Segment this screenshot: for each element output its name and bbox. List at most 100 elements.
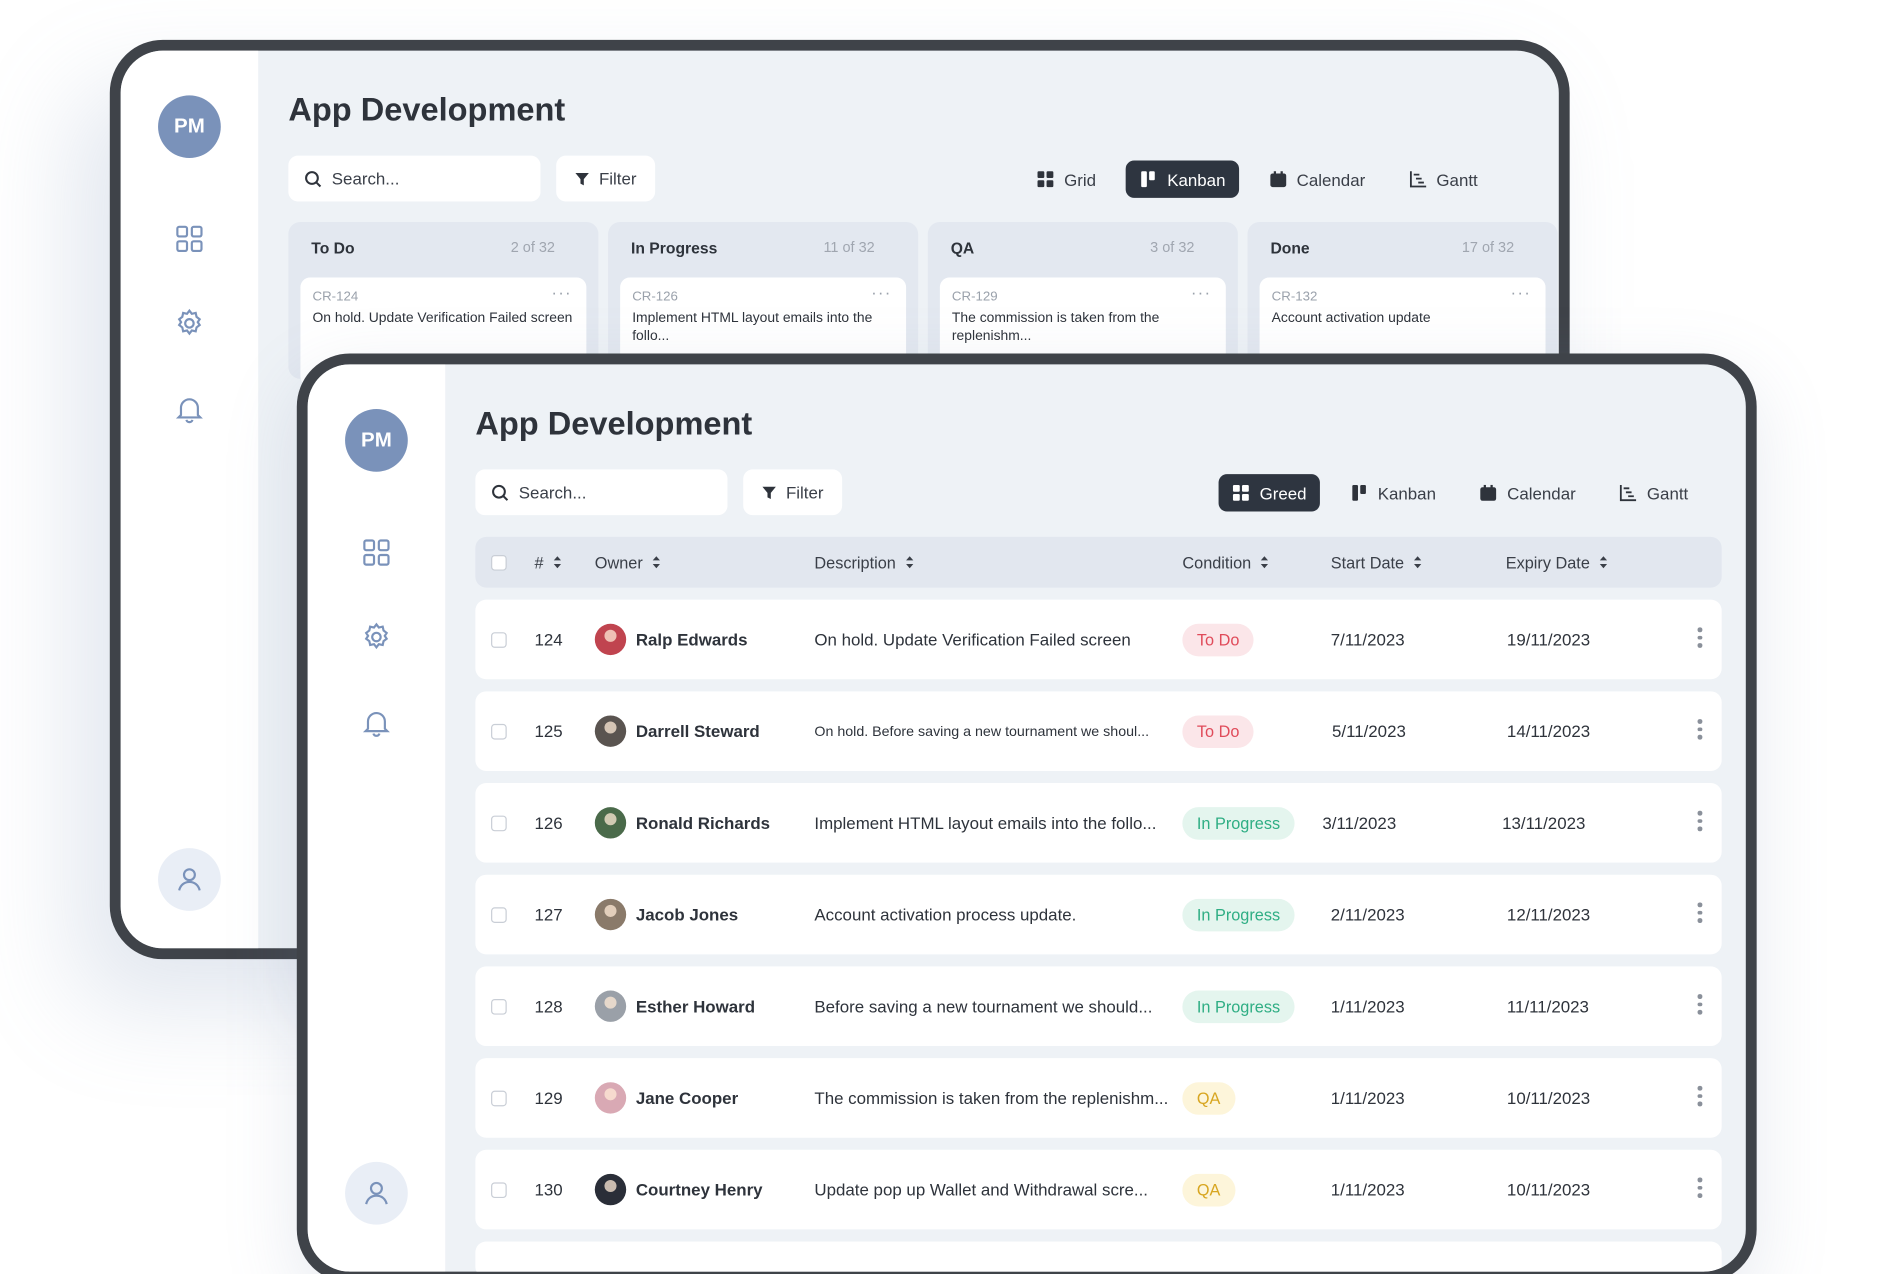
view-label: Gantt — [1646, 483, 1689, 503]
row-checkbox[interactable] — [491, 1058, 507, 1138]
gear-icon[interactable] — [174, 308, 205, 339]
search-input[interactable]: Search... — [288, 155, 541, 202]
table-row[interactable]: 128 Esther Howard Before saving a new to… — [475, 966, 1722, 1047]
row-menu-icon[interactable] — [1697, 719, 1703, 739]
table-row[interactable] — [475, 1241, 1722, 1272]
view-gantt-button[interactable]: Gantt — [1606, 474, 1702, 511]
row-checkbox[interactable] — [491, 600, 507, 680]
select-all-checkbox[interactable] — [491, 537, 507, 588]
dashboard-icon[interactable] — [174, 223, 205, 254]
view-kanban-button[interactable]: Kanban — [1337, 474, 1450, 511]
table-row[interactable]: 124 Ralp Edwards On hold. Update Verific… — [475, 599, 1722, 680]
row-menu-icon[interactable] — [1697, 994, 1703, 1015]
sort-owner[interactable]: Owner — [595, 537, 661, 588]
dashboard-icon[interactable] — [361, 537, 392, 568]
view-kanban-button[interactable]: Kanban — [1126, 160, 1239, 198]
table-row[interactable]: 130 Courtney Henry Update pop up Wallet … — [475, 1149, 1722, 1230]
avatar — [594, 623, 627, 656]
table-row[interactable]: 127 Jacob Jones Account activation proce… — [475, 874, 1722, 955]
card-menu-icon[interactable]: ··· — [871, 282, 892, 301]
sort-number[interactable]: # — [534, 537, 561, 588]
start-date: 2/11/2023 — [1330, 904, 1405, 925]
view-calendar-button[interactable]: Calendar — [1256, 160, 1379, 197]
calendar-icon — [1270, 171, 1286, 188]
filter-button[interactable]: Filter — [743, 469, 843, 516]
row-description: Update pop up Wallet and Withdrawal scre… — [814, 1179, 1149, 1200]
row-checkbox[interactable] — [491, 875, 507, 955]
column-title: In Progress — [630, 238, 718, 257]
sort-expiry-date[interactable]: Expiry Date — [1506, 537, 1608, 588]
sort-icon — [1413, 555, 1423, 569]
table-row[interactable]: 129 Jane Cooper The commission is taken … — [475, 1058, 1722, 1138]
column-title: Done — [1270, 238, 1310, 257]
row-id: 129 — [534, 1088, 563, 1108]
row-menu-icon[interactable] — [1697, 902, 1703, 923]
row-id: 124 — [534, 629, 563, 650]
user-profile-button[interactable] — [345, 1161, 408, 1225]
sort-start-date[interactable]: Start Date — [1331, 537, 1422, 588]
expiry-date: 10/11/2023 — [1506, 1088, 1591, 1108]
status-badge: QA — [1182, 1081, 1235, 1115]
gear-icon[interactable] — [361, 621, 392, 652]
view-gantt-button[interactable]: Gantt — [1395, 160, 1491, 197]
search-placeholder: Search... — [331, 168, 400, 189]
start-date: 1/11/2023 — [1330, 996, 1405, 1016]
row-checkbox[interactable] — [491, 691, 507, 771]
sort-icon — [904, 555, 914, 569]
card-menu-icon[interactable]: ··· — [551, 282, 572, 301]
sort-icon — [552, 555, 562, 569]
sidebar: PM — [307, 364, 446, 1272]
table-row[interactable]: 125 Darrell Steward On hold. Before savi… — [475, 691, 1722, 771]
card-menu-icon[interactable]: ··· — [1191, 282, 1212, 301]
card-id: CR-126 — [632, 289, 678, 305]
bell-icon[interactable] — [361, 707, 392, 738]
row-checkbox[interactable] — [491, 966, 507, 1046]
gantt-icon — [1409, 171, 1426, 188]
owner-name: Jane Cooper — [635, 1088, 739, 1108]
owner-cell: Ronald Richards — [594, 783, 771, 863]
search-placeholder: Search... — [518, 482, 587, 502]
condition-cell: To Do — [1182, 600, 1254, 680]
owner-name: Courtney Henry — [635, 1179, 763, 1200]
search-input[interactable]: Search... — [475, 469, 728, 516]
project-avatar[interactable]: PM — [345, 409, 408, 472]
row-menu-icon[interactable] — [1697, 810, 1703, 831]
view-grid-button[interactable]: Grid — [1023, 160, 1109, 197]
card-id: CR-124 — [312, 289, 359, 305]
row-menu-icon[interactable] — [1697, 1085, 1703, 1106]
owner-cell: Ralp Edwards — [594, 600, 748, 680]
row-checkbox[interactable] — [491, 783, 507, 863]
start-date: 7/11/2023 — [1330, 629, 1405, 650]
view-calendar-button[interactable]: Calendar — [1466, 474, 1589, 511]
expiry-date: 10/11/2023 — [1506, 1179, 1591, 1200]
condition-cell: In Progress — [1182, 966, 1295, 1046]
sort-condition[interactable]: Condition — [1182, 537, 1269, 588]
bell-icon[interactable] — [174, 393, 205, 424]
card-text: Implement HTML layout emails into the fo… — [632, 311, 873, 344]
filter-button[interactable]: Filter — [556, 155, 656, 202]
filter-icon — [575, 172, 590, 185]
page-title: App Development — [288, 91, 566, 128]
row-checkbox[interactable] — [491, 1150, 507, 1230]
start-date: 1/11/2023 — [1330, 1088, 1405, 1108]
card-menu-icon[interactable]: ··· — [1511, 282, 1532, 301]
user-profile-button[interactable] — [158, 848, 221, 911]
sort-description[interactable]: Description — [814, 537, 914, 588]
owner-name: Ronald Richards — [635, 813, 771, 833]
row-menu-icon[interactable] — [1697, 627, 1703, 648]
table-row[interactable]: 126 Ronald Richards Implement HTML layou… — [475, 783, 1722, 863]
row-description: Account activation process update. — [814, 904, 1077, 925]
row-id: 126 — [534, 813, 563, 833]
owner-cell: Jacob Jones — [594, 875, 738, 955]
avatar — [594, 807, 627, 839]
project-avatar[interactable]: PM — [158, 95, 221, 159]
owner-name: Darrell Steward — [635, 721, 760, 741]
condition-cell: To Do — [1182, 691, 1254, 771]
kanban-icon — [1352, 484, 1366, 501]
expiry-date: 13/11/2023 — [1502, 813, 1586, 833]
row-menu-icon[interactable] — [1697, 1177, 1703, 1198]
owner-name: Esther Howard — [635, 996, 756, 1016]
sort-icon — [651, 555, 661, 569]
view-grid-button[interactable]: Greed — [1218, 474, 1320, 512]
filter-label: Filter — [785, 482, 824, 502]
